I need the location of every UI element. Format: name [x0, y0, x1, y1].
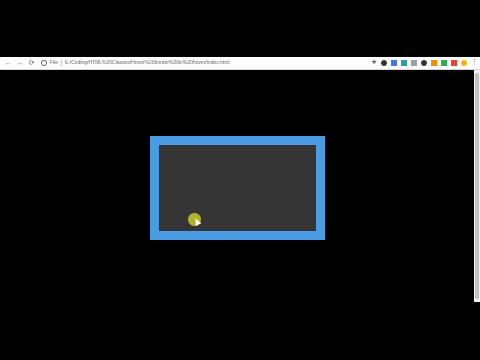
hover-box-content[interactable]	[159, 145, 316, 231]
scheme-label: File	[50, 60, 59, 66]
extension-red-icon[interactable]	[451, 60, 458, 66]
reload-icon[interactable]: ⟳	[26, 58, 37, 69]
bookmark-star-icon[interactable]: ★	[371, 59, 377, 66]
extension-blue-icon[interactable]	[391, 60, 398, 66]
info-icon[interactable]	[41, 60, 48, 66]
extension-triangle-icon[interactable]	[431, 60, 438, 66]
back-icon[interactable]: ←	[3, 58, 14, 69]
browser-menu-icon[interactable]: ⋮	[471, 59, 478, 66]
extension-teal-icon[interactable]	[401, 60, 408, 66]
extension-gray-icon[interactable]	[411, 60, 418, 66]
address-bar[interactable]: File E:/Coding/HTML%20Classes/Hover%20bo…	[41, 58, 367, 68]
extension-dark-icon[interactable]	[381, 60, 388, 66]
extensions-area: ★ ⋮	[367, 59, 478, 66]
address-separator	[61, 60, 63, 66]
profile-avatar-icon[interactable]	[461, 60, 468, 66]
forward-icon[interactable]: →	[15, 58, 26, 69]
extension-green-icon[interactable]	[441, 60, 448, 66]
scrollbar-thumb[interactable]	[475, 73, 479, 299]
browser-toolbar: ← → ⟳ File E:/Coding/HTML%20Classes/Hove…	[0, 57, 480, 70]
extension-circle-icon[interactable]	[421, 60, 428, 66]
vertical-scrollbar[interactable]	[474, 70, 480, 302]
hover-border-box[interactable]	[150, 136, 325, 240]
url-text[interactable]: E:/Coding/HTML%20Classes/Hover%20border%…	[65, 60, 230, 66]
